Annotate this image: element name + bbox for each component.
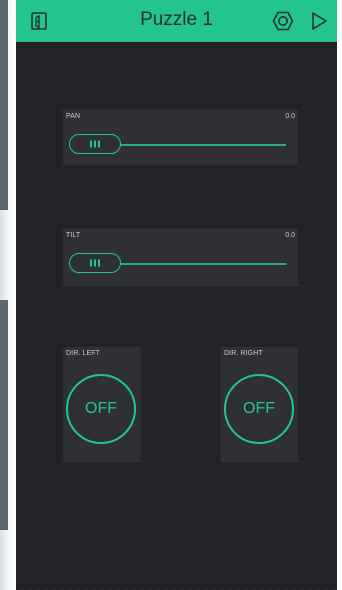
dir-right-button-widget: DIR. RIGHT OFF xyxy=(220,346,299,463)
top-bar: Puzzle 1 xyxy=(16,0,337,42)
pan-slider-widget: PAN 0.0 xyxy=(62,109,299,166)
pan-slider-value: 0.0 xyxy=(285,113,295,120)
dir-right-button[interactable]: OFF xyxy=(224,374,294,444)
tilt-slider-widget: TILT 0.0 xyxy=(62,228,299,287)
app-screen: Puzzle 1 PAN 0.0 TILT 0.0 DIR. LEFT OFF … xyxy=(16,0,337,590)
pan-slider-handle[interactable] xyxy=(69,134,121,154)
background-window-dark-area xyxy=(0,300,8,530)
tilt-slider-handle[interactable] xyxy=(69,253,121,273)
tilt-slider-label: TILT xyxy=(66,232,81,239)
background-window-dark-area xyxy=(0,0,8,210)
dir-right-label: DIR. RIGHT xyxy=(224,350,263,357)
play-icon[interactable] xyxy=(309,10,329,37)
pan-slider-label: PAN xyxy=(66,113,81,120)
dir-left-label: DIR. LEFT xyxy=(66,350,100,357)
tilt-slider-value: 0.0 xyxy=(285,232,295,239)
dir-left-button[interactable]: OFF xyxy=(66,374,136,444)
hexagon-settings-icon[interactable] xyxy=(272,10,294,37)
dir-left-button-widget: DIR. LEFT OFF xyxy=(62,346,141,463)
grip-icon xyxy=(90,259,100,267)
grip-icon xyxy=(90,140,100,148)
background-window-edge xyxy=(0,0,16,590)
